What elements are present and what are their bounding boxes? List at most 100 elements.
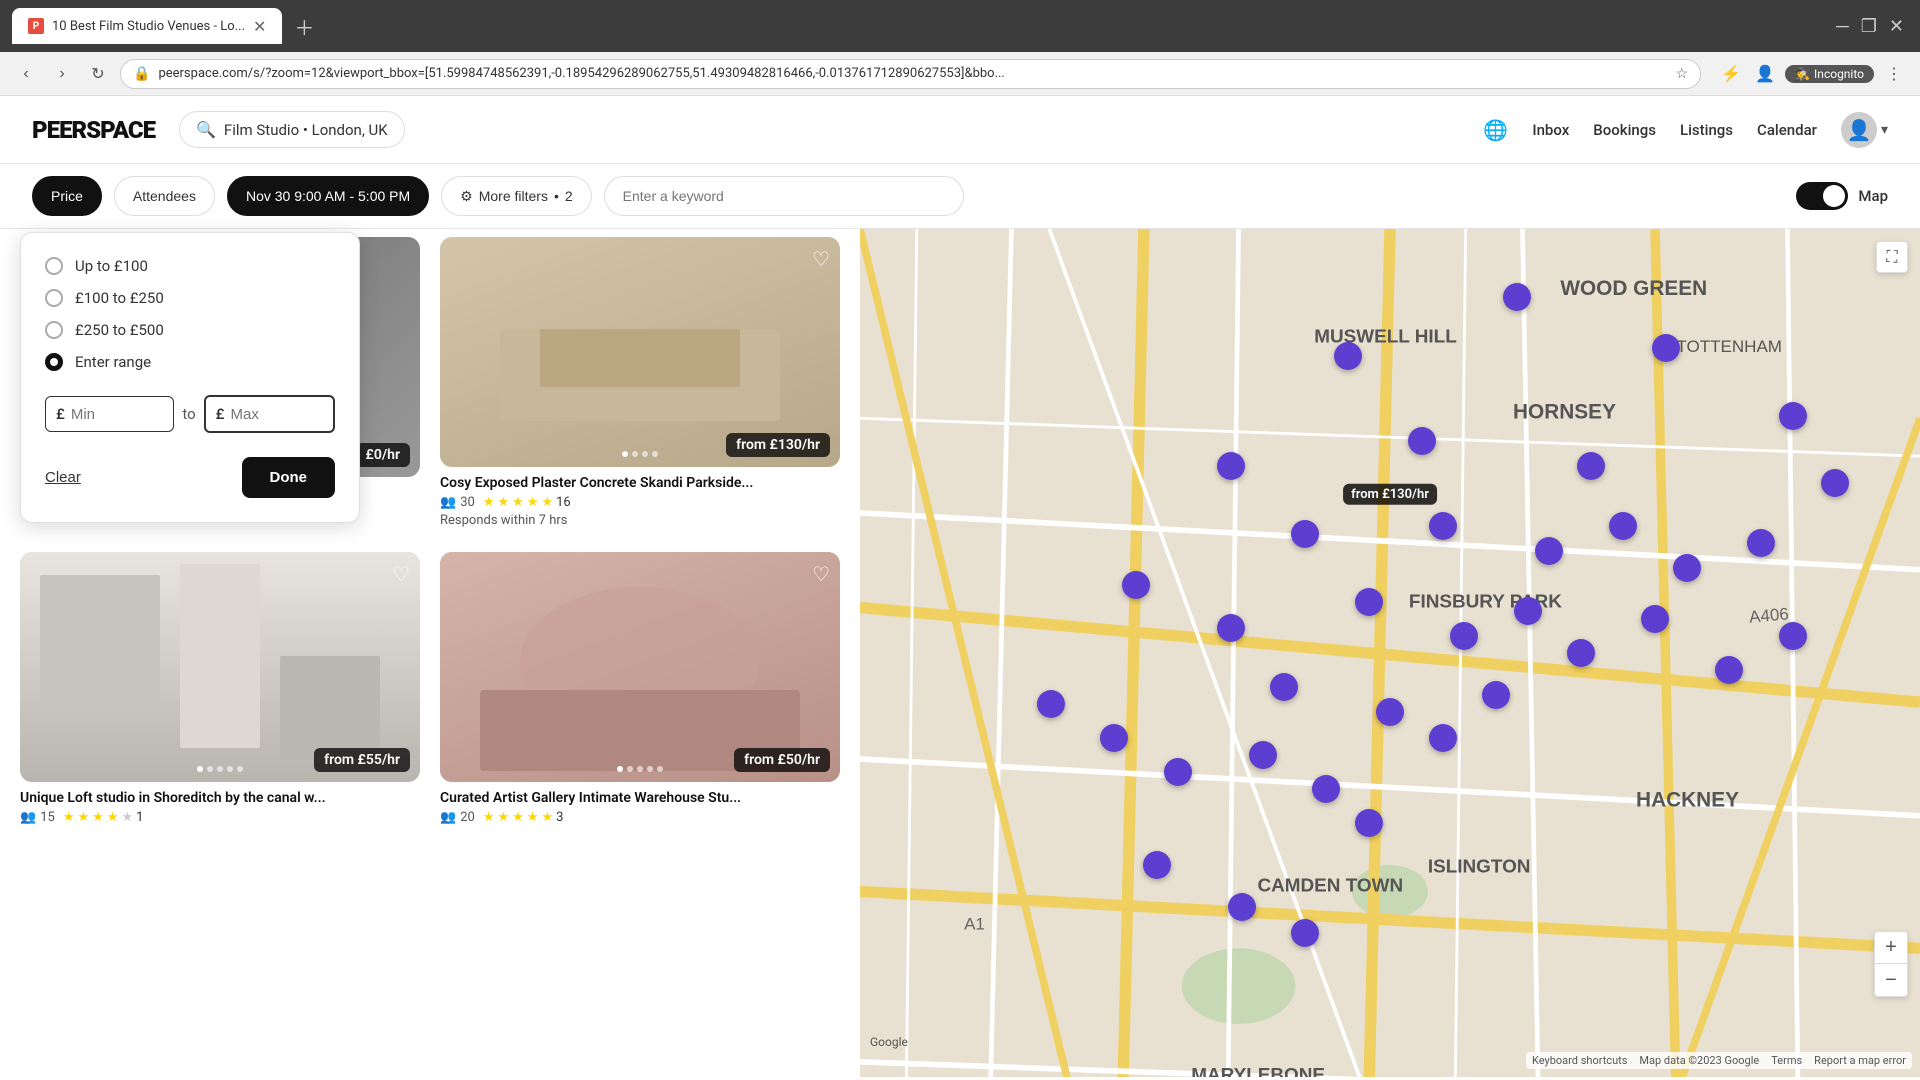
radio-enter-range[interactable] [45, 353, 63, 371]
nav-calendar[interactable]: Calendar [1757, 121, 1817, 139]
map-pin[interactable] [1482, 681, 1510, 709]
close-icon[interactable]: ✕ [1885, 12, 1908, 41]
map-pin[interactable] [1376, 698, 1404, 726]
listing-card-2[interactable]: ♡ from £55/hr Unique Loft studio in Shor… [20, 552, 430, 825]
favorite-button-1[interactable]: ♡ [812, 247, 830, 272]
more-filters-count: 2 [565, 188, 573, 204]
map-pin[interactable] [1228, 893, 1256, 921]
map-pin[interactable] [1270, 673, 1298, 701]
report-error-link[interactable]: Report a map error [1814, 1054, 1906, 1067]
dot-3-2 [637, 766, 643, 772]
map-pin[interactable] [1821, 469, 1849, 497]
map-pin[interactable] [1567, 639, 1595, 667]
search-bar[interactable]: 🔍 Film Studio • London, UK [179, 111, 405, 148]
map-toggle-switch[interactable] [1796, 182, 1848, 210]
map-pin[interactable] [1747, 529, 1775, 557]
back-button[interactable]: ‹ [12, 60, 40, 88]
map-pin[interactable] [1429, 512, 1457, 540]
price-option-enter-range[interactable]: Enter range [45, 353, 335, 371]
listing-card-3[interactable]: ♡ from £50/hr Curated Artist Gallery Int… [430, 552, 840, 825]
radio-100-250[interactable] [45, 289, 63, 307]
map-pin[interactable] [1535, 537, 1563, 565]
map-pin[interactable] [1143, 851, 1171, 879]
menu-icon[interactable]: ⋮ [1880, 60, 1908, 88]
keyword-input[interactable] [604, 176, 964, 216]
map-pin[interactable] [1779, 402, 1807, 430]
attendees-count-1: 30 [460, 495, 475, 510]
price-option-100-250[interactable]: £100 to £250 [45, 289, 335, 307]
radio-250-500[interactable] [45, 321, 63, 339]
star-1-0: ★ [483, 495, 495, 510]
map-pin[interactable] [1355, 588, 1383, 616]
profile-icon[interactable]: 👤 [1751, 60, 1779, 88]
terms-link[interactable]: Terms [1771, 1054, 1802, 1067]
map-pin[interactable] [1334, 342, 1362, 370]
minimize-icon[interactable]: ─ [1832, 12, 1853, 41]
map-pin[interactable] [1715, 656, 1743, 684]
nav-listings[interactable]: Listings [1680, 121, 1733, 139]
map-pin[interactable] [1577, 452, 1605, 480]
map-pin[interactable] [1503, 283, 1531, 311]
user-menu[interactable]: 👤 ▾ [1841, 112, 1888, 148]
new-tab-button[interactable]: ＋ [294, 12, 314, 41]
peerspace-logo[interactable]: PEERSPACE [32, 116, 155, 144]
map-pin[interactable] [1217, 452, 1245, 480]
keyboard-shortcuts-link[interactable]: Keyboard shortcuts [1532, 1054, 1627, 1067]
nav-bookings[interactable]: Bookings [1593, 121, 1656, 139]
nav-inbox[interactable]: Inbox [1532, 121, 1569, 139]
map-pin[interactable] [1217, 614, 1245, 642]
map-pin[interactable] [1429, 724, 1457, 752]
map-pin[interactable] [1249, 741, 1277, 769]
tab-close-button[interactable]: ✕ [253, 17, 266, 36]
map-pin[interactable] [1164, 758, 1192, 786]
map-pin[interactable] [1291, 520, 1319, 548]
price-option-label-1: £100 to £250 [75, 289, 164, 307]
map-pin[interactable] [1408, 427, 1436, 455]
map-pin[interactable] [1291, 919, 1319, 947]
zoom-in-button[interactable]: + [1875, 932, 1907, 964]
map-pin[interactable] [1641, 605, 1669, 633]
clear-button[interactable]: Clear [45, 469, 81, 486]
browser-tab[interactable]: P 10 Best Film Studio Venues - Lo... ✕ [12, 8, 282, 44]
listing-card-1[interactable]: ♡ from £130/hr Cosy Exposed Plaster Conc… [430, 237, 840, 528]
radio-up-to-100[interactable] [45, 257, 63, 275]
map-pin[interactable] [1652, 334, 1680, 362]
max-price-input[interactable] [231, 406, 324, 423]
address-bar[interactable]: 🔒 peerspace.com/s/?zoom=12&viewport_bbox… [120, 59, 1701, 89]
map-pin[interactable] [1514, 597, 1542, 625]
maximize-icon[interactable]: ❐ [1857, 12, 1881, 41]
map-pin[interactable] [1122, 571, 1150, 599]
review-count-1: 16 [556, 495, 571, 510]
price-filter-button[interactable]: Price [32, 176, 102, 216]
map-pin[interactable] [1100, 724, 1128, 752]
done-button[interactable]: Done [242, 457, 336, 498]
bookmark-icon[interactable]: ☆ [1676, 66, 1689, 82]
listing-meta-2: 👥 15 ★ ★ ★ ★ ★ 1 [20, 810, 420, 825]
favorite-button-3[interactable]: ♡ [812, 562, 830, 587]
map-pin[interactable] [1673, 554, 1701, 582]
price-option-up-to-100[interactable]: Up to £100 [45, 257, 335, 275]
map-pin[interactable] [1037, 690, 1065, 718]
map-toggle-label: Map [1858, 187, 1888, 205]
map-pin[interactable] [1779, 622, 1807, 650]
forward-button[interactable]: › [48, 60, 76, 88]
map-toggle[interactable]: Map [1796, 182, 1888, 210]
map-area[interactable]: WOOD GREEN MUSWELL HILL HORNSEY N. TOTTE… [860, 229, 1920, 1077]
refresh-button[interactable]: ↻ [84, 60, 112, 88]
datetime-filter-button[interactable]: Nov 30 9:00 AM - 5:00 PM [227, 176, 429, 216]
attendees-filter-button[interactable]: Attendees [114, 176, 215, 216]
more-filters-button[interactable]: ⚙ More filters • 2 [441, 176, 592, 216]
star-3-1: ★ [497, 810, 509, 825]
extensions-icon[interactable]: ⚡ [1717, 60, 1745, 88]
fullscreen-button[interactable]: ⛶ [1876, 241, 1908, 273]
favorite-button-2[interactable]: ♡ [392, 562, 410, 587]
map-pin[interactable] [1450, 622, 1478, 650]
zoom-out-button[interactable]: − [1875, 964, 1907, 996]
map-pin[interactable] [1312, 775, 1340, 803]
map-pin[interactable] [1609, 512, 1637, 540]
price-option-250-500[interactable]: £250 to £500 [45, 321, 335, 339]
min-price-input[interactable] [71, 406, 164, 423]
map-pin[interactable] [1355, 809, 1383, 837]
globe-icon[interactable]: 🌐 [1483, 118, 1508, 142]
listing-price-1: from £130/hr [726, 433, 830, 457]
